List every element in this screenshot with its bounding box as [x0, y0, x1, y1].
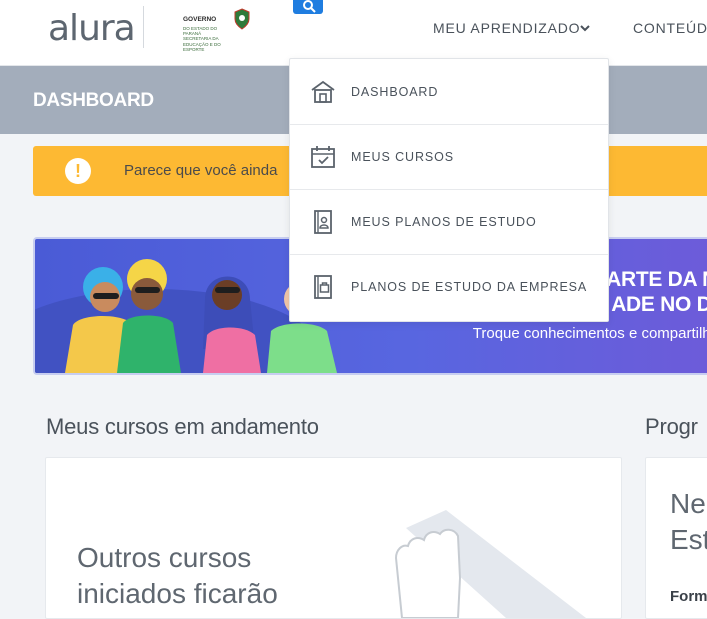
partner-logo-subtitle: DO ESTADO DO PARANÁ SECRETARIA DA EDUCAÇ…: [183, 26, 235, 52]
banner-headline-2: ADE NO DI: [611, 293, 707, 316]
chevron-down-icon[interactable]: [578, 21, 592, 35]
company-plan-icon: [314, 275, 332, 299]
calendar-check-icon: [311, 146, 335, 168]
progress-card-line-2: Est: [670, 524, 707, 555]
menu-item-meus-planos[interactable]: MEUS PLANOS DE ESTUDO: [290, 189, 608, 255]
partner-logo-dept: SECRETARIA DA EDUCAÇÃO E DO ESPORTE: [183, 36, 221, 52]
progress-card-label: Form: [670, 588, 707, 605]
partner-logo-title: GOVERNO: [183, 16, 217, 23]
menu-item-label: MEUS PLANOS DE ESTUDO: [351, 215, 537, 229]
menu-item-meus-cursos[interactable]: MEUS CURSOS: [290, 124, 608, 190]
nav-conteudo[interactable]: CONTEÚDO: [633, 20, 707, 36]
warning-text: Parece que você ainda: [124, 162, 278, 179]
progress-card: Ne Est Form: [645, 457, 707, 619]
search-button[interactable]: [293, 0, 323, 14]
empty-state-illustration: [394, 510, 586, 618]
progress-card-line-1: Ne: [670, 488, 706, 519]
home-icon: [311, 80, 335, 103]
search-icon: [303, 0, 316, 13]
alura-logo[interactable]: alura: [48, 8, 136, 49]
top-header: alura GOVERNO DO ESTADO DO PARANÁ SECRET…: [0, 0, 707, 66]
partner-logo-state: DO ESTADO DO PARANÁ: [183, 26, 218, 37]
courses-section-title: Meus cursos em andamento: [46, 414, 319, 439]
menu-item-label: PLANOS DE ESTUDO DA EMPRESA: [351, 280, 588, 294]
coat-of-arms-icon: [234, 8, 250, 30]
partner-logo: GOVERNO DO ESTADO DO PARANÁ SECRETARIA D…: [183, 8, 255, 52]
menu-item-label: DASHBOARD: [351, 85, 439, 99]
logo-divider: [143, 6, 144, 48]
menu-item-dashboard[interactable]: DASHBOARD: [290, 59, 608, 125]
courses-empty-text: Outros cursos iniciados ficarão: [77, 542, 278, 609]
study-plan-icon: [314, 210, 332, 234]
menu-item-planos-empresa[interactable]: PLANOS DE ESTUDO DA EMPRESA: [290, 254, 608, 319]
progress-section-title: Progr: [645, 414, 698, 439]
banner-headline-1: ARTE DA N: [606, 268, 707, 291]
exclamation-icon: !: [65, 158, 91, 184]
nav-meu-aprendizado[interactable]: MEU APRENDIZADO: [433, 20, 580, 36]
progress-card-text: Ne Est: [670, 486, 707, 558]
page-title: DASHBOARD: [33, 90, 154, 111]
banner-subtitle: Troque conhecimentos e compartilhe: [472, 325, 707, 342]
learning-dropdown-menu: DASHBOARD MEUS CURSOS MEUS PLANOS DE EST…: [289, 58, 609, 322]
courses-card: Outros cursos iniciados ficarão: [45, 457, 622, 619]
menu-item-label: MEUS CURSOS: [351, 150, 454, 164]
